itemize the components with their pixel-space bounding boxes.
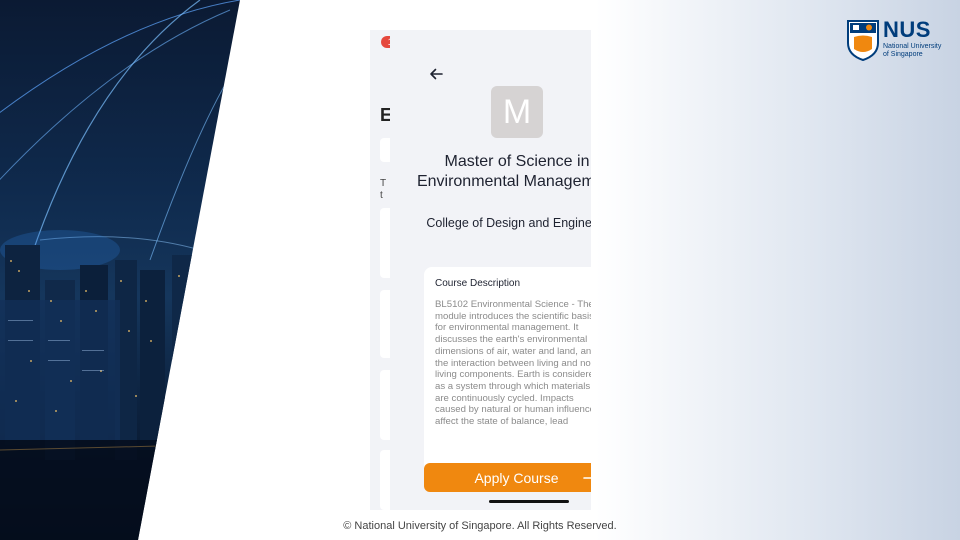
background-card	[380, 450, 390, 510]
arrow-right-icon	[583, 477, 591, 479]
course-title: Master of Science in Environmental Manag…	[416, 153, 591, 190]
course-college: College of Design and Engineering	[426, 216, 591, 230]
phone-screen: 10:08 E T t M Master of Scie	[370, 30, 591, 510]
background-card	[380, 290, 390, 358]
home-indicator	[489, 500, 569, 503]
crest-icon	[847, 20, 879, 61]
background-card	[380, 208, 390, 278]
copyright-footer: © National University of Singapore. All …	[343, 520, 617, 532]
city-skyline-image	[0, 0, 240, 540]
back-arrow-icon[interactable]	[428, 66, 444, 82]
background-text-line: t	[380, 190, 383, 201]
apply-course-button[interactable]: Apply Course	[424, 463, 591, 492]
nus-subtitle: National University of Singapore	[883, 43, 942, 58]
course-description-card[interactable]: Course Description BL5102 Environmental …	[424, 267, 591, 482]
course-detail-sheet: M Master of Science in Environmental Man…	[390, 30, 591, 510]
nus-logo: NUS National University of Singapore	[846, 17, 946, 63]
description-text: BL5102 Environmental Science - The modul…	[435, 299, 591, 428]
background-text-line: T	[380, 178, 387, 189]
background-card	[380, 370, 390, 440]
course-avatar: M	[491, 86, 543, 138]
apply-course-label: Apply Course	[474, 470, 559, 486]
background-search-field	[380, 138, 390, 162]
description-heading: Course Description	[435, 278, 521, 289]
nus-wordmark: NUS	[883, 17, 931, 42]
